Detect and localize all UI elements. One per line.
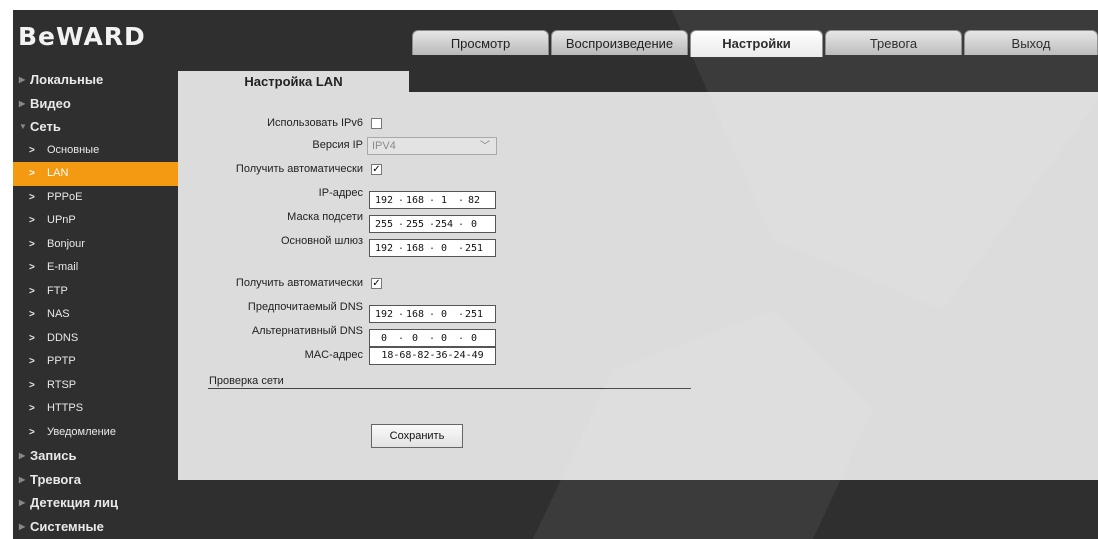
sidebar-subitem-rtsp[interactable]: > RTSP — [13, 374, 179, 398]
tab-preview[interactable]: Просмотр — [412, 30, 549, 55]
auto-dns-label: Получить автоматически — [235, 277, 363, 289]
ip-octet: 251 — [464, 243, 484, 254]
tab-alarm[interactable]: Тревога — [825, 30, 962, 55]
sidebar-subitem-e-mail[interactable]: > E-mail — [13, 256, 179, 280]
use-ipv6-label: Использовать IPv6 — [267, 117, 363, 129]
triangle-right-icon: ▶ — [19, 521, 26, 531]
sidebar-subitem-ftp[interactable]: > FTP — [13, 280, 179, 304]
ip-octet: 82 — [467, 195, 481, 206]
divider — [208, 388, 691, 389]
auto-ip-label: Получить автоматически — [235, 163, 363, 175]
ip-octet: 168 — [405, 195, 425, 206]
panel-title-tab: Настройка LAN — [178, 71, 409, 93]
ip-version-label: Версия IP — [312, 139, 363, 151]
ip-octet: 255 — [374, 219, 394, 230]
gateway-field[interactable]: 192. 168. 0. 251 — [369, 239, 496, 257]
ip-octet: 251 — [464, 309, 484, 320]
ip-version-select[interactable]: IPV4 ﹀ — [367, 137, 497, 155]
subnet-mask-label: Маска подсети — [287, 211, 363, 223]
tab-playback[interactable]: Воспроизведение — [551, 30, 688, 55]
chevron-right-icon: > — [29, 379, 35, 391]
tab-exit[interactable]: Выход — [964, 30, 1098, 55]
triangle-right-icon: ▶ — [19, 474, 26, 484]
sidebar-subitem-lan[interactable]: > LAN — [13, 162, 179, 186]
use-ipv6-checkbox[interactable] — [371, 118, 382, 129]
brand-logo: BeWARD — [18, 22, 146, 51]
chevron-right-icon: > — [29, 356, 35, 367]
ip-address-label: IP-адрес — [318, 187, 363, 199]
alternate-dns-field[interactable]: 0.0.0.0 — [369, 329, 496, 347]
sidebar-item-3[interactable]: ▶ Системные — [13, 515, 179, 539]
sidebar-subitem-pptp[interactable]: > PPTP — [13, 350, 179, 374]
ip-address-field[interactable]: 192. 168. 1. 82 — [369, 191, 496, 209]
triangle-right-icon: ▶ — [19, 98, 26, 108]
lan-settings-panel: Использовать IPv6 Версия IP IPV4 ﹀ Получ… — [178, 92, 1098, 480]
preferred-dns-label: Предпочитаемый DNS — [247, 301, 363, 313]
chevron-right-icon: > — [29, 309, 35, 320]
ip-octet: 0 — [411, 333, 419, 344]
alternate-dns-label: Альтернативный DNS — [251, 325, 363, 337]
save-button[interactable]: Сохранить — [371, 424, 463, 448]
chevron-right-icon: > — [29, 144, 35, 156]
mac-address-label: MAC-адрес — [304, 349, 363, 361]
ip-octet: 0 — [470, 219, 478, 230]
sidebar-subitem-bonjour[interactable]: > Bonjour — [13, 233, 179, 257]
auto-dns-checkbox[interactable]: ✓ — [371, 278, 382, 289]
sidebar-subitem-основные[interactable]: > Основные — [13, 139, 179, 163]
ip-octet: 168 — [405, 309, 425, 320]
sidebar-subitem-ddns[interactable]: > DDNS — [13, 327, 179, 351]
chevron-right-icon: > — [29, 238, 35, 250]
ip-octet: 192 — [374, 309, 394, 320]
ip-octet: 192 — [374, 195, 394, 206]
ip-octet: 0 — [440, 333, 448, 344]
sidebar-item-local[interactable]: ▶ Локальные — [13, 68, 179, 92]
triangle-down-icon: ▼ — [19, 122, 27, 131]
sidebar-item-video[interactable]: ▶ Видео — [13, 92, 179, 116]
sidebar-subitem-upnp[interactable]: > UPnP — [13, 209, 179, 233]
sidebar-subitem-https[interactable]: > HTTPS — [13, 397, 179, 421]
gateway-label: Основной шлюз — [280, 235, 363, 247]
sidebar: ▶ Локальные ▶ Видео ▼ Сеть > Основные > LAN > PP… — [13, 68, 179, 538]
sidebar-item-2[interactable]: ▶ Детекция лиц — [13, 491, 179, 515]
ip-octet: 168 — [405, 243, 425, 254]
chevron-right-icon: > — [29, 403, 35, 414]
ip-octet: 1 — [440, 195, 448, 206]
auto-ip-checkbox[interactable]: ✓ — [371, 164, 382, 175]
chevron-down-icon: ﹀ — [480, 141, 490, 152]
ip-octet: 254 — [434, 219, 454, 230]
ip-octet: 0 — [440, 243, 448, 254]
triangle-right-icon: ▶ — [19, 75, 26, 84]
sidebar-item-0[interactable]: ▶ Запись — [13, 444, 179, 468]
sidebar-subitem-pppoe[interactable]: > PPPoE — [13, 186, 179, 210]
ip-octet: 255 — [405, 219, 425, 230]
sidebar-subitem-nas[interactable]: > NAS — [13, 303, 179, 327]
subnet-mask-field[interactable]: 255. 255. 254. 0 — [369, 215, 496, 233]
chevron-right-icon: > — [29, 332, 35, 344]
triangle-right-icon: ▶ — [19, 451, 26, 460]
chevron-right-icon: > — [29, 426, 35, 438]
ip-octet: 0 — [470, 333, 478, 344]
app-window: BeWARD Просмотр Воспроизведение Настройк… — [13, 10, 1098, 539]
chevron-right-icon: > — [29, 191, 35, 203]
sidebar-item-network[interactable]: ▼ Сеть — [13, 115, 179, 139]
chevron-right-icon: > — [29, 215, 35, 226]
sidebar-item-1[interactable]: ▶ Тревога — [13, 468, 179, 492]
sidebar-subitem-уведомление[interactable]: > Уведомление — [13, 421, 179, 445]
ip-octet: 0 — [380, 333, 388, 344]
triangle-right-icon: ▶ — [19, 498, 26, 507]
mac-address-field: 18-68-82-36-24-49 — [369, 347, 496, 365]
network-check-label[interactable]: Проверка сети — [209, 375, 284, 387]
chevron-right-icon: > — [29, 262, 35, 273]
preferred-dns-field[interactable]: 192. 168. 0. 251 — [369, 305, 496, 323]
chevron-right-icon: > — [29, 285, 35, 297]
ip-octet: 192 — [374, 243, 394, 254]
chevron-right-icon: > — [29, 168, 35, 179]
tab-settings[interactable]: Настройки — [690, 30, 823, 57]
ip-octet: 0 — [440, 309, 448, 320]
